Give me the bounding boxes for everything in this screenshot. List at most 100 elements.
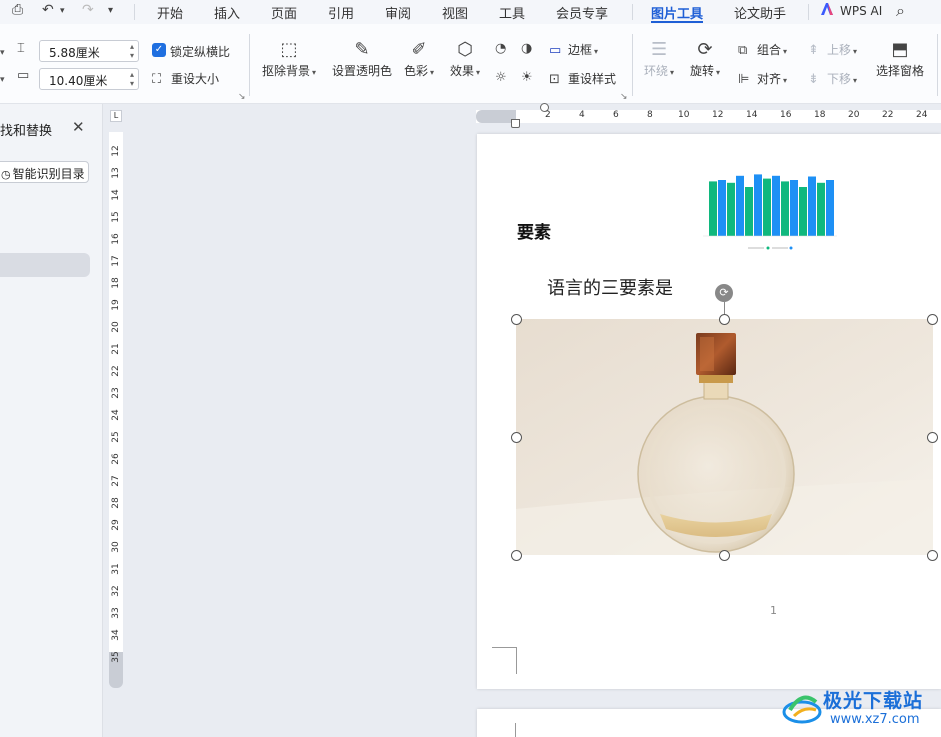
chart-bar	[826, 180, 834, 236]
site-watermark: 极光下载站 www.xz7.com	[778, 684, 938, 734]
tab-page[interactable]: 页面	[271, 3, 297, 22]
height-spinner-icon[interactable]: ▴ ▾	[130, 42, 134, 60]
selection-pane-button[interactable]: ⬒ 选择窗格	[876, 38, 924, 79]
resize-handle-left[interactable]	[511, 432, 522, 443]
rotate-handle-icon[interactable]: ⟳	[715, 284, 733, 302]
height-value: 5.88厘米	[49, 46, 100, 60]
reset-size-label: 重设大小	[171, 72, 220, 86]
send-backward-label: 下移	[827, 72, 852, 86]
close-icon[interactable]: ✕	[72, 118, 85, 136]
border-button[interactable]: ▭ 边框 ▾	[549, 41, 598, 58]
brightness-down-icon[interactable]: ☀	[521, 70, 540, 85]
resize-handle-top[interactable]	[719, 314, 730, 325]
rotate-button[interactable]: ⟳ 旋转 ▾	[690, 38, 720, 79]
legend-text-placeholder	[748, 247, 764, 249]
resize-handle-top-right[interactable]	[927, 314, 938, 325]
transparent-color-icon: ✎	[354, 39, 370, 60]
selection-pane-label: 选择窗格	[876, 64, 925, 78]
reset-style-icon: ⊡	[549, 72, 560, 87]
horizontal-ruler-number: 24	[916, 110, 928, 120]
vertical-ruler-number: 35	[111, 651, 121, 663]
send-backward-button[interactable]: ⇟ 下移 ▾	[808, 70, 857, 87]
horizontal-ruler-number: 16	[780, 110, 792, 120]
remove-background-button[interactable]: ⬚ 抠除背景 ▾	[262, 38, 316, 79]
rotate-label: 旋转	[690, 64, 715, 78]
resize-handle-bottom-left[interactable]	[511, 550, 522, 561]
width-spinner-icon[interactable]: ▴ ▾	[130, 70, 134, 88]
color-button[interactable]: ✐ 色彩 ▾	[404, 38, 434, 79]
body-paragraph[interactable]: 语言的三要素是	[547, 274, 673, 300]
group-button[interactable]: ⧉ 组合 ▾	[738, 41, 787, 58]
tab-tools[interactable]: 工具	[499, 3, 525, 22]
horizontal-ruler-number: 2	[545, 110, 551, 120]
tab-view[interactable]: 视图	[442, 3, 468, 22]
tab-stop-selector-icon[interactable]: L	[110, 110, 122, 122]
vertical-ruler-number: 18	[111, 277, 121, 289]
print-preview-icon[interactable]: ⎙	[12, 2, 23, 18]
rotate-icon: ⟳	[697, 39, 713, 60]
smart-toc-button[interactable]: ◷ 智能识别目录	[0, 161, 89, 183]
set-transparent-color-button[interactable]: ✎ 设置透明色	[332, 38, 392, 79]
contrast-up-icon[interactable]: ◔	[495, 41, 514, 56]
height-input[interactable]: 5.88厘米 ▴ ▾	[39, 40, 139, 62]
page-number: 1	[770, 604, 777, 617]
tab-wps-ai[interactable]: WPS AI	[840, 4, 882, 18]
wps-ai-icon[interactable]	[820, 2, 834, 20]
border-icon: ▭	[549, 43, 562, 58]
section-heading: 要素	[517, 223, 551, 243]
chart-bar	[772, 175, 780, 236]
selected-result-item[interactable]	[0, 253, 90, 277]
left-indent-marker-icon[interactable]	[511, 119, 520, 128]
resize-handle-bottom-right[interactable]	[927, 550, 938, 561]
selected-image[interactable]	[516, 319, 933, 555]
reset-style-button[interactable]: ⊡ 重设样式	[549, 70, 616, 87]
color-icon: ✐	[411, 39, 427, 60]
page-corner-mark	[515, 723, 516, 737]
horizontal-ruler-number: 18	[814, 110, 826, 120]
resize-handle-bottom[interactable]	[719, 550, 730, 561]
tab-references[interactable]: 引用	[328, 3, 354, 22]
search-icon[interactable]: ⌕	[896, 1, 905, 21]
undo-icon[interactable]: ↶	[42, 2, 54, 18]
horizontal-ruler-number: 14	[746, 110, 758, 120]
aurora-logo-icon	[782, 695, 822, 724]
tab-insert[interactable]: 插入	[214, 3, 240, 22]
remove-background-label: 抠除背景	[262, 64, 311, 78]
lock-ratio-label: 锁定纵横比	[170, 45, 231, 59]
embedded-chart[interactable]	[703, 162, 843, 252]
chart-bar	[808, 176, 816, 236]
tab-home[interactable]: 开始	[157, 3, 183, 22]
resize-handle-top-left[interactable]	[511, 314, 522, 325]
vertical-ruler-number: 21	[111, 343, 121, 355]
horizontal-ruler-number: 22	[882, 110, 894, 120]
reset-size-button[interactable]: ⛶ 重设大小	[152, 70, 219, 87]
picture-dialog-launcher-icon[interactable]: ↘	[620, 92, 628, 102]
chart-bar	[745, 187, 753, 236]
vertical-ruler-number: 19	[111, 299, 121, 311]
redo-icon[interactable]: ↷	[82, 2, 94, 18]
watermark-url: www.xz7.com	[830, 712, 920, 727]
tab-review[interactable]: 审阅	[385, 3, 411, 22]
horizontal-ruler-number: 12	[712, 110, 724, 120]
wrap-text-button[interactable]: ☰ 环绕 ▾	[644, 38, 674, 79]
tab-thesis-assistant[interactable]: 论文助手	[734, 3, 786, 22]
contrast-down-icon[interactable]: ◑	[521, 41, 540, 56]
quick-access-dropdown-icon[interactable]: ▾	[108, 5, 113, 16]
undo-dropdown-icon[interactable]: ▾	[60, 6, 65, 16]
effects-button[interactable]: ⬡ 效果 ▾	[450, 38, 480, 79]
chart-bar	[763, 178, 771, 236]
resize-handle-right[interactable]	[927, 432, 938, 443]
tab-picture-tools[interactable]: 图片工具	[651, 3, 703, 22]
bring-forward-button[interactable]: ⇞ 上移 ▾	[808, 41, 857, 58]
reset-size-icon: ⛶	[152, 72, 162, 87]
width-input[interactable]: 10.40厘米 ▴ ▾	[39, 68, 139, 90]
lock-ratio-checkbox[interactable]: ✓	[152, 43, 166, 57]
size-dialog-launcher-icon[interactable]: ↘	[238, 92, 246, 102]
vertical-ruler-number: 28	[111, 497, 121, 509]
align-button[interactable]: ⊫ 对齐 ▾	[738, 70, 787, 87]
clock-icon: ◷	[1, 168, 11, 181]
tab-member[interactable]: 会员专享	[556, 3, 608, 22]
ribbon-toolbar: ▾ ⌶ 5.88厘米 ▴ ▾ ▾ ▭ 10.40厘米 ▴ ▾ ✓ 锁定纵横比 ⛶ 重设…	[0, 24, 941, 104]
horizontal-ruler: 2 4 6 8 10 12 14 16 18 20 22 24	[476, 103, 941, 128]
brightness-up-icon[interactable]: ☼	[495, 70, 514, 85]
